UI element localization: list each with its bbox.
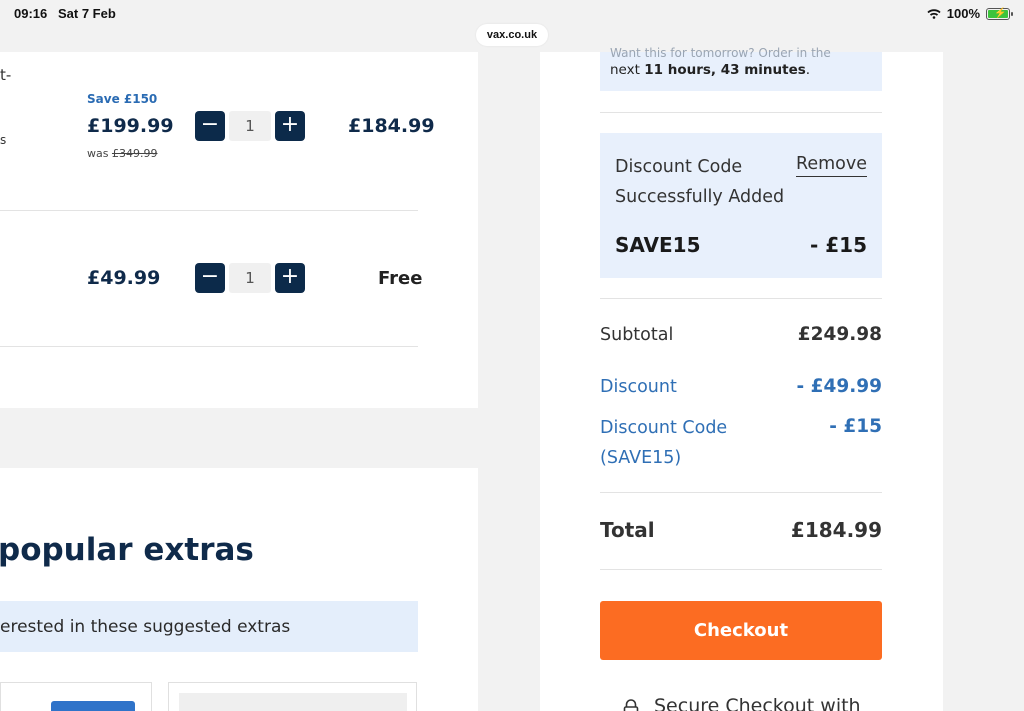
total-value: £184.99 [790,518,882,542]
quantity-stepper: − 1 + [195,263,305,293]
wifi-icon [927,8,941,19]
increase-quantity-button[interactable]: + [275,111,305,141]
item-name-fragment: t- [0,66,12,84]
was-price: was £349.99 [87,147,158,160]
quantity-value[interactable]: 1 [229,263,271,293]
total-label: Total [600,518,655,542]
quantity-stepper: − 1 + [195,111,305,141]
discount-code: SAVE15 [615,233,701,257]
quantity-value[interactable]: 1 [229,111,271,141]
discount-code-amount: - £15 [809,233,867,257]
discount-success-message: Discount Code Successfully Added [615,157,785,207]
extras-banner: erested in these suggested extras [0,601,418,652]
add-extra-button[interactable] [51,701,135,711]
lock-icon [623,699,639,711]
divider [600,492,882,493]
discount-label: Discount [600,377,677,397]
subtotal-value: £249.98 [797,324,882,345]
discount-code-value: - £15 [829,416,882,437]
line-total: Free [378,268,423,289]
divider [600,112,882,113]
divider [600,298,882,299]
divider [0,346,418,347]
divider [600,569,882,570]
delivery-notice: Want this for tomorrow? Order in the nex… [600,46,882,91]
line-total: £184.99 [348,115,435,137]
status-right: 100% ⚡ [927,6,1013,21]
delivery-notice-cut: Want this for tomorrow? Order in the [610,46,831,60]
product-image [179,693,407,711]
secure-checkout-text: Secure Checkout with [654,695,861,711]
subtotal-label: Subtotal [600,325,674,345]
status-time: 09:16 [14,6,48,21]
increase-quantity-button[interactable]: + [275,263,305,293]
extras-panel [0,468,478,711]
discount-value: - £49.99 [796,376,882,397]
delivery-notice-text: next 11 hours, 43 minutes. [610,62,811,78]
extra-product-card[interactable] [168,682,417,711]
extras-banner-text: erested in these suggested extras [0,617,291,637]
decrease-quantity-button[interactable]: − [195,111,225,141]
save-badge: Save £150 [87,92,158,106]
item-price: £199.99 [87,115,174,137]
url-bar[interactable]: vax.co.uk [476,24,548,46]
discount-code-label: Discount Code (SAVE15) [600,418,728,468]
cart-items-panel [0,52,478,408]
checkout-button[interactable]: Checkout [600,601,882,660]
discount-code-box: Discount Code Successfully Added Remove … [600,133,882,278]
item-price: £49.99 [87,267,161,289]
decrease-quantity-button[interactable]: − [195,263,225,293]
extras-title: popular extras [0,532,254,568]
battery-percent: 100% [946,6,980,21]
divider [0,210,418,211]
status-date: Sat 7 Feb [58,6,116,21]
battery-icon: ⚡ [986,7,1013,20]
extra-product-card[interactable] [0,682,152,711]
remove-discount-link[interactable]: Remove [795,152,867,177]
item-detail-fragment: s [0,133,7,147]
